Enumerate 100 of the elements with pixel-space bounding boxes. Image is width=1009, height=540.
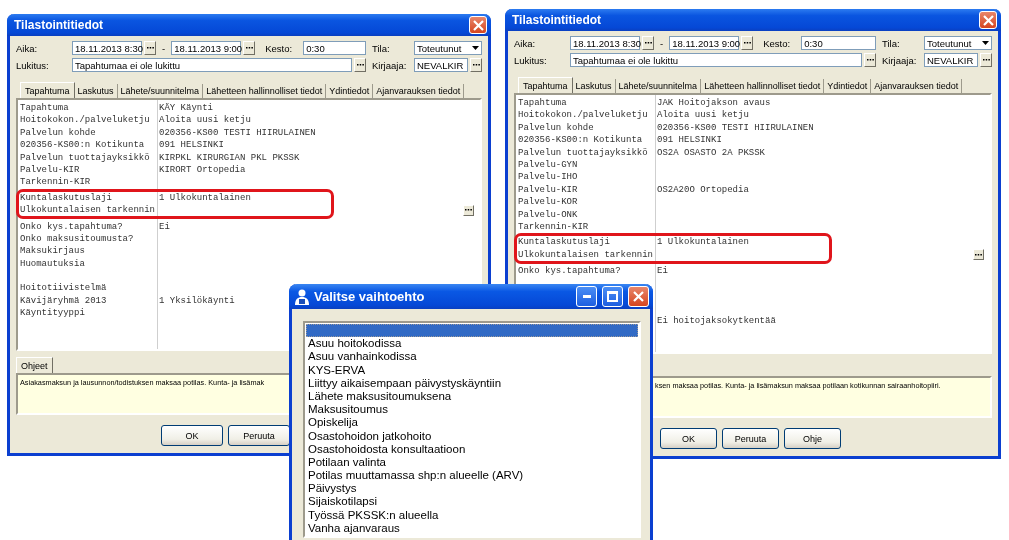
- ellipsis-button[interactable]: [741, 36, 754, 50]
- field-label: 020356-KS00:n Kotikunta: [20, 139, 145, 152]
- field-label: Tila:: [881, 37, 901, 49]
- field-label: Onko maksusitoumusta?: [20, 232, 134, 246]
- list-option[interactable]: Työssä PKSSK:n alueella: [306, 508, 638, 522]
- minimize-icon: [582, 295, 591, 298]
- dialog-button[interactable]: Peruuta: [722, 428, 779, 449]
- ellipsis-button[interactable]: [973, 249, 984, 261]
- list-option[interactable]: Potilaan valinta: [306, 455, 638, 470]
- ellipsis-button[interactable]: [463, 204, 474, 216]
- field-value: JAK Hoitojakson avaus: [657, 97, 771, 110]
- field-label: Kirjaaja:: [371, 59, 408, 71]
- window-title: Valitse vaihtoehto: [314, 289, 426, 304]
- field-value: OS2A20O Ortopedia: [657, 183, 749, 197]
- date-field[interactable]: 18.11.2013 9:00: [171, 41, 242, 55]
- list-option[interactable]: Maksusitoumus: [306, 403, 638, 417]
- date-field[interactable]: 18.11.2013 8:30: [72, 41, 142, 55]
- field-value: Ei hoitojaksokytkentää: [657, 314, 776, 328]
- list-option[interactable]: Asuu hoitokodissa: [306, 337, 638, 351]
- field-label: Onko kys.tapahtuma?: [518, 265, 621, 278]
- close-icon: [633, 291, 644, 302]
- tab[interactable]: Ohjeet: [16, 357, 53, 373]
- close-button[interactable]: [469, 16, 487, 34]
- close-button[interactable]: [628, 286, 649, 307]
- field-label: Palvelu-IHO: [518, 171, 578, 184]
- tab[interactable]: Tapahtuma: [518, 77, 573, 93]
- field-label: Palvelu-GYN: [518, 158, 578, 172]
- field-label: Palvelun kohde: [518, 121, 594, 135]
- ellipsis-button[interactable]: [980, 53, 992, 67]
- field-label: Hoitokokon./palveluketju: [20, 114, 150, 127]
- date-field[interactable]: 18.11.2013 8:30: [570, 36, 640, 50]
- field-value: Aloita uusi ketju: [657, 109, 749, 122]
- field-label: Tila:: [371, 42, 391, 54]
- dropdown-arrow-icon: [471, 46, 479, 50]
- field-value: 091 HELSINKI: [159, 139, 224, 152]
- field-value: 1 Ulkokuntalainen: [159, 191, 251, 205]
- field-label: 020356-KS00:n Kotikunta: [518, 134, 643, 147]
- ellipsis-button[interactable]: [470, 58, 482, 72]
- recorder-field[interactable]: NEVALKIR: [414, 58, 468, 72]
- close-icon: [472, 19, 484, 31]
- date-field[interactable]: 18.11.2013 9:00: [669, 36, 740, 50]
- minimize-button[interactable]: [576, 286, 597, 307]
- list-option[interactable]: Osastohoidosta konsultaatioon: [306, 442, 638, 456]
- field-label: Aika:: [16, 42, 39, 54]
- field-value: Ei: [657, 265, 668, 278]
- list-option[interactable]: Opiskelija: [306, 416, 638, 430]
- tab[interactable]: Tapahtuma: [20, 82, 75, 98]
- field-label: Ulkokuntalaisen tarkennin: [20, 204, 156, 217]
- dialog-button[interactable]: Ohje: [784, 428, 841, 449]
- recorder-field[interactable]: NEVALKIR: [924, 53, 978, 67]
- field-label: Palvelu-KIR: [20, 163, 80, 177]
- field-label: Tarkennin-KIR: [20, 176, 91, 189]
- field-label: Ulkokuntalaisen tarkennin: [518, 248, 654, 262]
- field-label: Lukitus:: [514, 54, 548, 66]
- list-option[interactable]: Sijaiskotilapsi: [306, 495, 638, 509]
- dialog-button[interactable]: Peruuta: [228, 425, 290, 446]
- list-option[interactable]: Liittyy aikaisempaan päivystyskäyntiin: [306, 376, 638, 390]
- list-option[interactable]: Päivystys: [306, 482, 638, 496]
- field-label: Palvelu-KIR: [518, 183, 578, 197]
- field-label: Kuntalaskutuslaji: [518, 236, 610, 249]
- ellipsis-button[interactable]: [864, 53, 876, 67]
- field-value: OS2A OSASTO 2A PKSSK: [657, 146, 766, 159]
- field-label: Palvelu-KOR: [518, 196, 578, 209]
- list-option[interactable]: Osastohoidon jatkohoito: [306, 429, 638, 443]
- field-value: KIRORT Ortopedia: [159, 163, 246, 177]
- duration-field[interactable]: 0:30: [303, 41, 366, 55]
- list-option[interactable]: Lähete maksusitoumuksena: [306, 389, 638, 404]
- field-value: 1 Yksilökäynti: [159, 294, 235, 308]
- list-option[interactable]: Vanha ajanvaraus: [306, 521, 638, 535]
- list-option[interactable]: Potilas muuttamassa shp:n alueelle (ARV): [306, 469, 638, 483]
- status-dropdown[interactable]: Toteutunut: [924, 36, 992, 50]
- user-icon: [295, 288, 309, 305]
- lock-field[interactable]: Tapahtumaa ei ole lukittu: [72, 58, 352, 72]
- field-value: Aloita uusi ketju: [159, 114, 251, 127]
- field-label: Palvelu-ONK: [518, 208, 578, 221]
- close-button[interactable]: [979, 11, 997, 29]
- list-option[interactable]: Asuu vanhainkodissa: [306, 350, 638, 364]
- ellipsis-button[interactable]: [354, 58, 366, 72]
- dialog-button[interactable]: OK: [161, 425, 223, 446]
- separator-text: -: [162, 42, 166, 54]
- lock-field[interactable]: Tapahtumaa ei ole lukittu: [570, 53, 862, 67]
- field-label: Kävijäryhmä 2013: [20, 294, 107, 308]
- dropdown-arrow-icon: [981, 41, 989, 45]
- field-label: Palvelun kohde: [20, 126, 96, 140]
- list-option[interactable]: [306, 324, 638, 338]
- field-label: Tapahtuma: [20, 102, 69, 115]
- ellipsis-icon: [975, 253, 982, 256]
- maximize-button[interactable]: [602, 286, 623, 307]
- ellipsis-button[interactable]: [144, 41, 156, 55]
- status-dropdown[interactable]: Toteutunut: [414, 41, 482, 55]
- dialog-button[interactable]: OK: [660, 428, 717, 449]
- ellipsis-button[interactable]: [642, 36, 654, 50]
- field-label: Käyntityyppi: [20, 307, 85, 320]
- field-value: 091 HELSINKI: [657, 134, 722, 147]
- list-option[interactable]: KYS-ERVA: [306, 363, 638, 377]
- ellipsis-button[interactable]: [243, 41, 256, 55]
- maximize-icon: [607, 291, 618, 302]
- field-label: Kesto:: [265, 42, 294, 54]
- duration-field[interactable]: 0:30: [801, 36, 876, 50]
- field-label: Palvelun tuottajayksikkö: [20, 151, 150, 164]
